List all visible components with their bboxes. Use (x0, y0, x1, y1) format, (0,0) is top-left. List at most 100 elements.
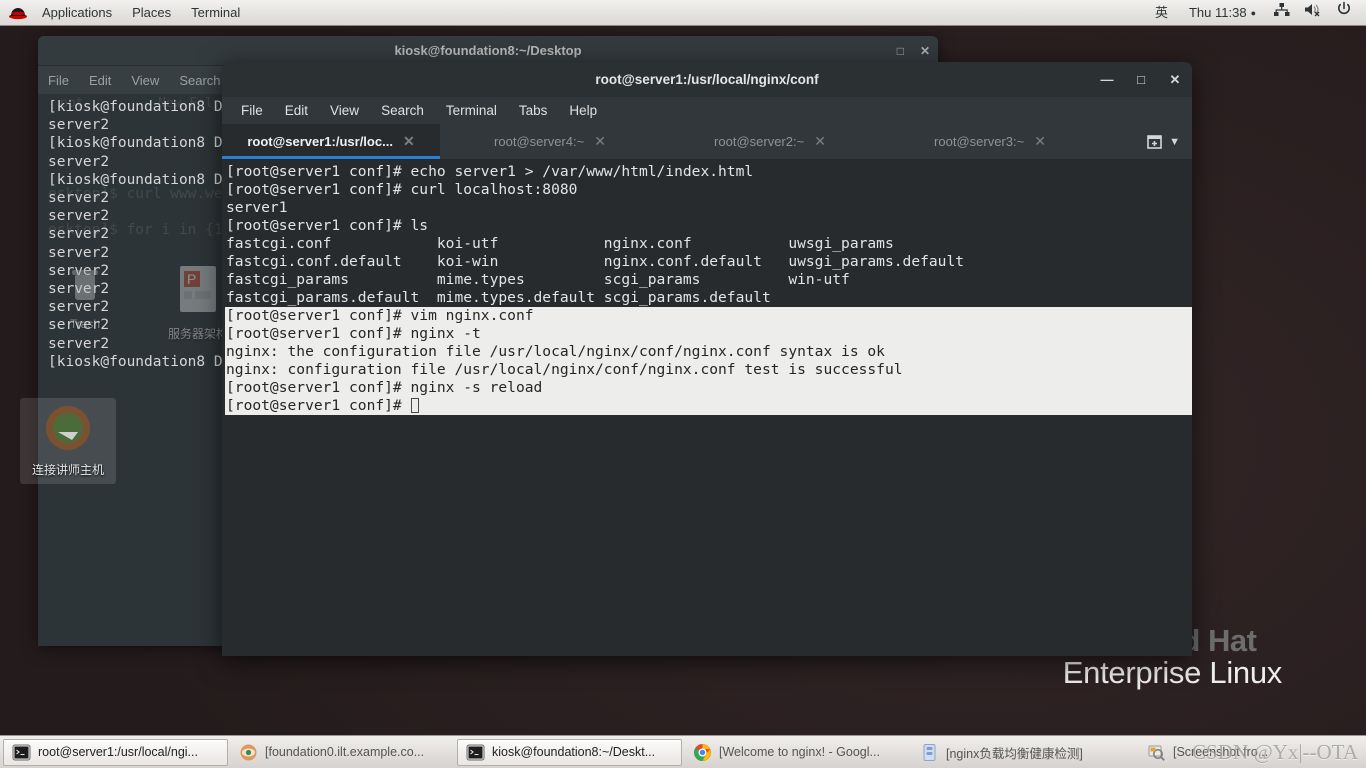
terminal-title: root@server1:/usr/local/nginx/conf (595, 72, 819, 87)
new-tab-icon[interactable] (1146, 133, 1163, 150)
menu-edit[interactable]: Edit (274, 98, 319, 124)
brand-enterprise-linux: Enterprise Linux (1062, 654, 1283, 690)
trash-icon (72, 270, 98, 300)
clock[interactable]: Thu 11:38 ● (1180, 0, 1265, 25)
power-icon (1338, 1, 1350, 15)
terminal-tab-server4[interactable]: root@server4:~ ✕ (440, 124, 660, 159)
desktop-screen: Red Hat Enterprise Linux kiosk@foundatio… (0, 0, 1366, 768)
menu-tabs[interactable]: Tabs (508, 98, 559, 124)
gnome-top-panel[interactable]: Applications Places Terminal 英 Thu 11:38… (0, 0, 1366, 26)
taskbar-item-label: [Welcome to nginx! - Googl... (719, 745, 880, 759)
document-icon (923, 743, 936, 761)
taskbar-item-label: [Screenshot fro... (1173, 745, 1269, 759)
clock-text: Thu 11:38 (1188, 5, 1247, 20)
terminal-tab-bar[interactable]: root@server1:/usr/loc... ✕ root@server4:… (222, 124, 1192, 160)
network-indicator[interactable] (1268, 0, 1295, 25)
connect-host-icon (46, 406, 90, 450)
menu-view[interactable]: View (319, 98, 370, 124)
tab-close-icon[interactable]: ✕ (1034, 133, 1046, 150)
window-list-taskbar[interactable]: root@server1:/usr/local/ngi... [foundati… (0, 735, 1366, 768)
terminal-line: [root@server1 conf]# nginx -t (226, 325, 481, 342)
terminal-output-area[interactable]: [root@server1 conf]# echo server1 > /var… (222, 160, 1192, 656)
taskbar-item-terminal-server1[interactable]: root@server1:/usr/local/ngi... (3, 738, 228, 766)
vnc-icon (240, 744, 257, 760)
terminal-line: nginx: the configuration file /usr/local… (226, 343, 885, 360)
main-terminal-window[interactable]: root@server1:/usr/local/nginx/conf — □ ✕… (222, 62, 1192, 656)
menu-search[interactable]: Search (370, 98, 435, 124)
taskbar-item-terminal-foundation8[interactable]: kiosk@foundation8:~/Deskt... (457, 738, 682, 766)
menu-file[interactable]: File (230, 98, 274, 124)
terminal-line: [root@server1 conf]# vim nginx.conf (226, 307, 534, 324)
tab-label: root@server1:/usr/loc... (247, 134, 393, 149)
clock-dot-icon: ● (1250, 8, 1256, 19)
svg-text:P: P (187, 271, 196, 287)
taskbar-item-label: root@server1:/usr/local/ngi... (38, 745, 198, 759)
power-indicator[interactable] (1330, 0, 1358, 25)
terminal-icon (12, 744, 31, 760)
taskbar-item-label: kiosk@foundation8:~/Deskt... (492, 745, 656, 759)
tab-label: root@server3:~ (934, 134, 1025, 149)
terminal-line: [root@server1 conf]# ls (226, 217, 429, 234)
terminal-tab-server2[interactable]: root@server2:~ ✕ (660, 124, 880, 159)
menu-search[interactable]: Search (179, 73, 220, 88)
terminal-prompt-line: [root@server1 conf]# (225, 397, 1192, 415)
tab-close-icon[interactable]: ✕ (814, 133, 826, 150)
maximize-button[interactable]: □ (1124, 62, 1158, 97)
desktop-icon-label: Trash (69, 317, 101, 331)
chrome-icon (694, 743, 711, 761)
menu-view[interactable]: View (131, 73, 159, 88)
taskbar-item-label: [foundation0.ilt.example.co... (265, 745, 425, 759)
panel-menu-places[interactable]: Places (122, 0, 181, 25)
terminal-cursor (410, 398, 419, 413)
volume-muted-icon (1305, 4, 1320, 17)
terminal-line: fastcgi.conf.default koi-win nginx.conf.… (226, 253, 965, 270)
chevron-down-icon[interactable]: ▼ (1169, 136, 1180, 148)
desktop-icon-connect-instructor[interactable]: 连接讲师主机 (20, 398, 116, 484)
taskbar-item-label: [nginx负载均衡健康检测] (946, 746, 1083, 761)
menu-help[interactable]: Help (558, 98, 608, 124)
panel-menu-applications[interactable]: Applications (32, 0, 122, 25)
taskbar-item-chrome-nginx[interactable]: [Welcome to nginx! - Googl... (684, 739, 909, 766)
taskbar-item-vnc-foundation0[interactable]: [foundation0.ilt.example.co... (230, 739, 455, 766)
terminal-line: fastcgi_params.default mime.types.defaul… (226, 289, 771, 306)
terminal-line: fastcgi_params mime.types scgi_params wi… (226, 271, 850, 288)
redhat-logo-icon[interactable] (8, 6, 28, 20)
panel-status-area[interactable]: 英 Thu 11:38 ● (1146, 0, 1366, 25)
terminal-line: nginx: configuration file /usr/local/ngi… (226, 361, 903, 378)
taskbar-item-document-nginx[interactable]: [nginx负载均衡健康检测] (911, 739, 1136, 766)
desktop-icon-trash[interactable]: Trash (42, 262, 128, 331)
menu-edit[interactable]: Edit (89, 73, 111, 88)
terminal-output-selected: [root@server1 conf]# vim nginx.conf [root… (225, 307, 1192, 397)
terminal-line: fastcgi.conf koi-utf nginx.conf uwsgi_pa… (226, 235, 894, 252)
terminal-output-top: [root@server1 conf]# echo server1 > /var… (225, 163, 1192, 307)
terminal-window-controls[interactable]: — □ ✕ (1090, 62, 1192, 97)
terminal-tab-server1[interactable]: root@server1:/usr/loc... ✕ (222, 124, 440, 159)
desktop-icon-label: 连接讲师主机 (31, 463, 104, 477)
panel-menu-terminal[interactable]: Terminal (181, 0, 250, 25)
menu-terminal[interactable]: Terminal (435, 98, 508, 124)
menu-file[interactable]: File (48, 73, 69, 88)
volume-indicator[interactable] (1298, 0, 1327, 25)
minimize-button[interactable]: — (1090, 62, 1124, 97)
taskbar-item-screenshot[interactable]: [Screenshot fro... (1138, 739, 1363, 766)
powerpoint-file-icon: P (180, 266, 216, 312)
terminal-line: [root@server1 conf]# nginx -s reload (226, 379, 543, 396)
tab-close-icon[interactable]: ✕ (594, 133, 606, 150)
terminal-menubar[interactable]: File Edit View Search Terminal Tabs Help (222, 97, 1192, 124)
maximize-icon[interactable]: □ (897, 44, 904, 58)
tab-close-icon[interactable]: ✕ (403, 133, 415, 150)
terminal-tab-server3[interactable]: root@server3:~ ✕ (880, 124, 1100, 159)
tab-label: root@server2:~ (714, 134, 805, 149)
terminal-titlebar[interactable]: root@server1:/usr/local/nginx/conf — □ ✕ (222, 62, 1192, 97)
terminal-line: server1 (226, 199, 288, 216)
network-icon (1274, 3, 1290, 16)
terminal-scrollbar[interactable] (1173, 160, 1186, 656)
ime-indicator[interactable]: 英 (1146, 0, 1177, 25)
terminal-tab-tools[interactable]: ▼ (1134, 124, 1192, 159)
terminal-line: [root@server1 conf]# curl localhost:8080 (226, 181, 578, 198)
background-window-title: kiosk@foundation8:~/Desktop (394, 43, 582, 58)
close-icon[interactable]: ✕ (920, 44, 930, 58)
terminal-line: [root@server1 conf]# echo server1 > /var… (226, 163, 754, 180)
close-button[interactable]: ✕ (1158, 62, 1192, 97)
screenshot-icon (1148, 745, 1165, 761)
